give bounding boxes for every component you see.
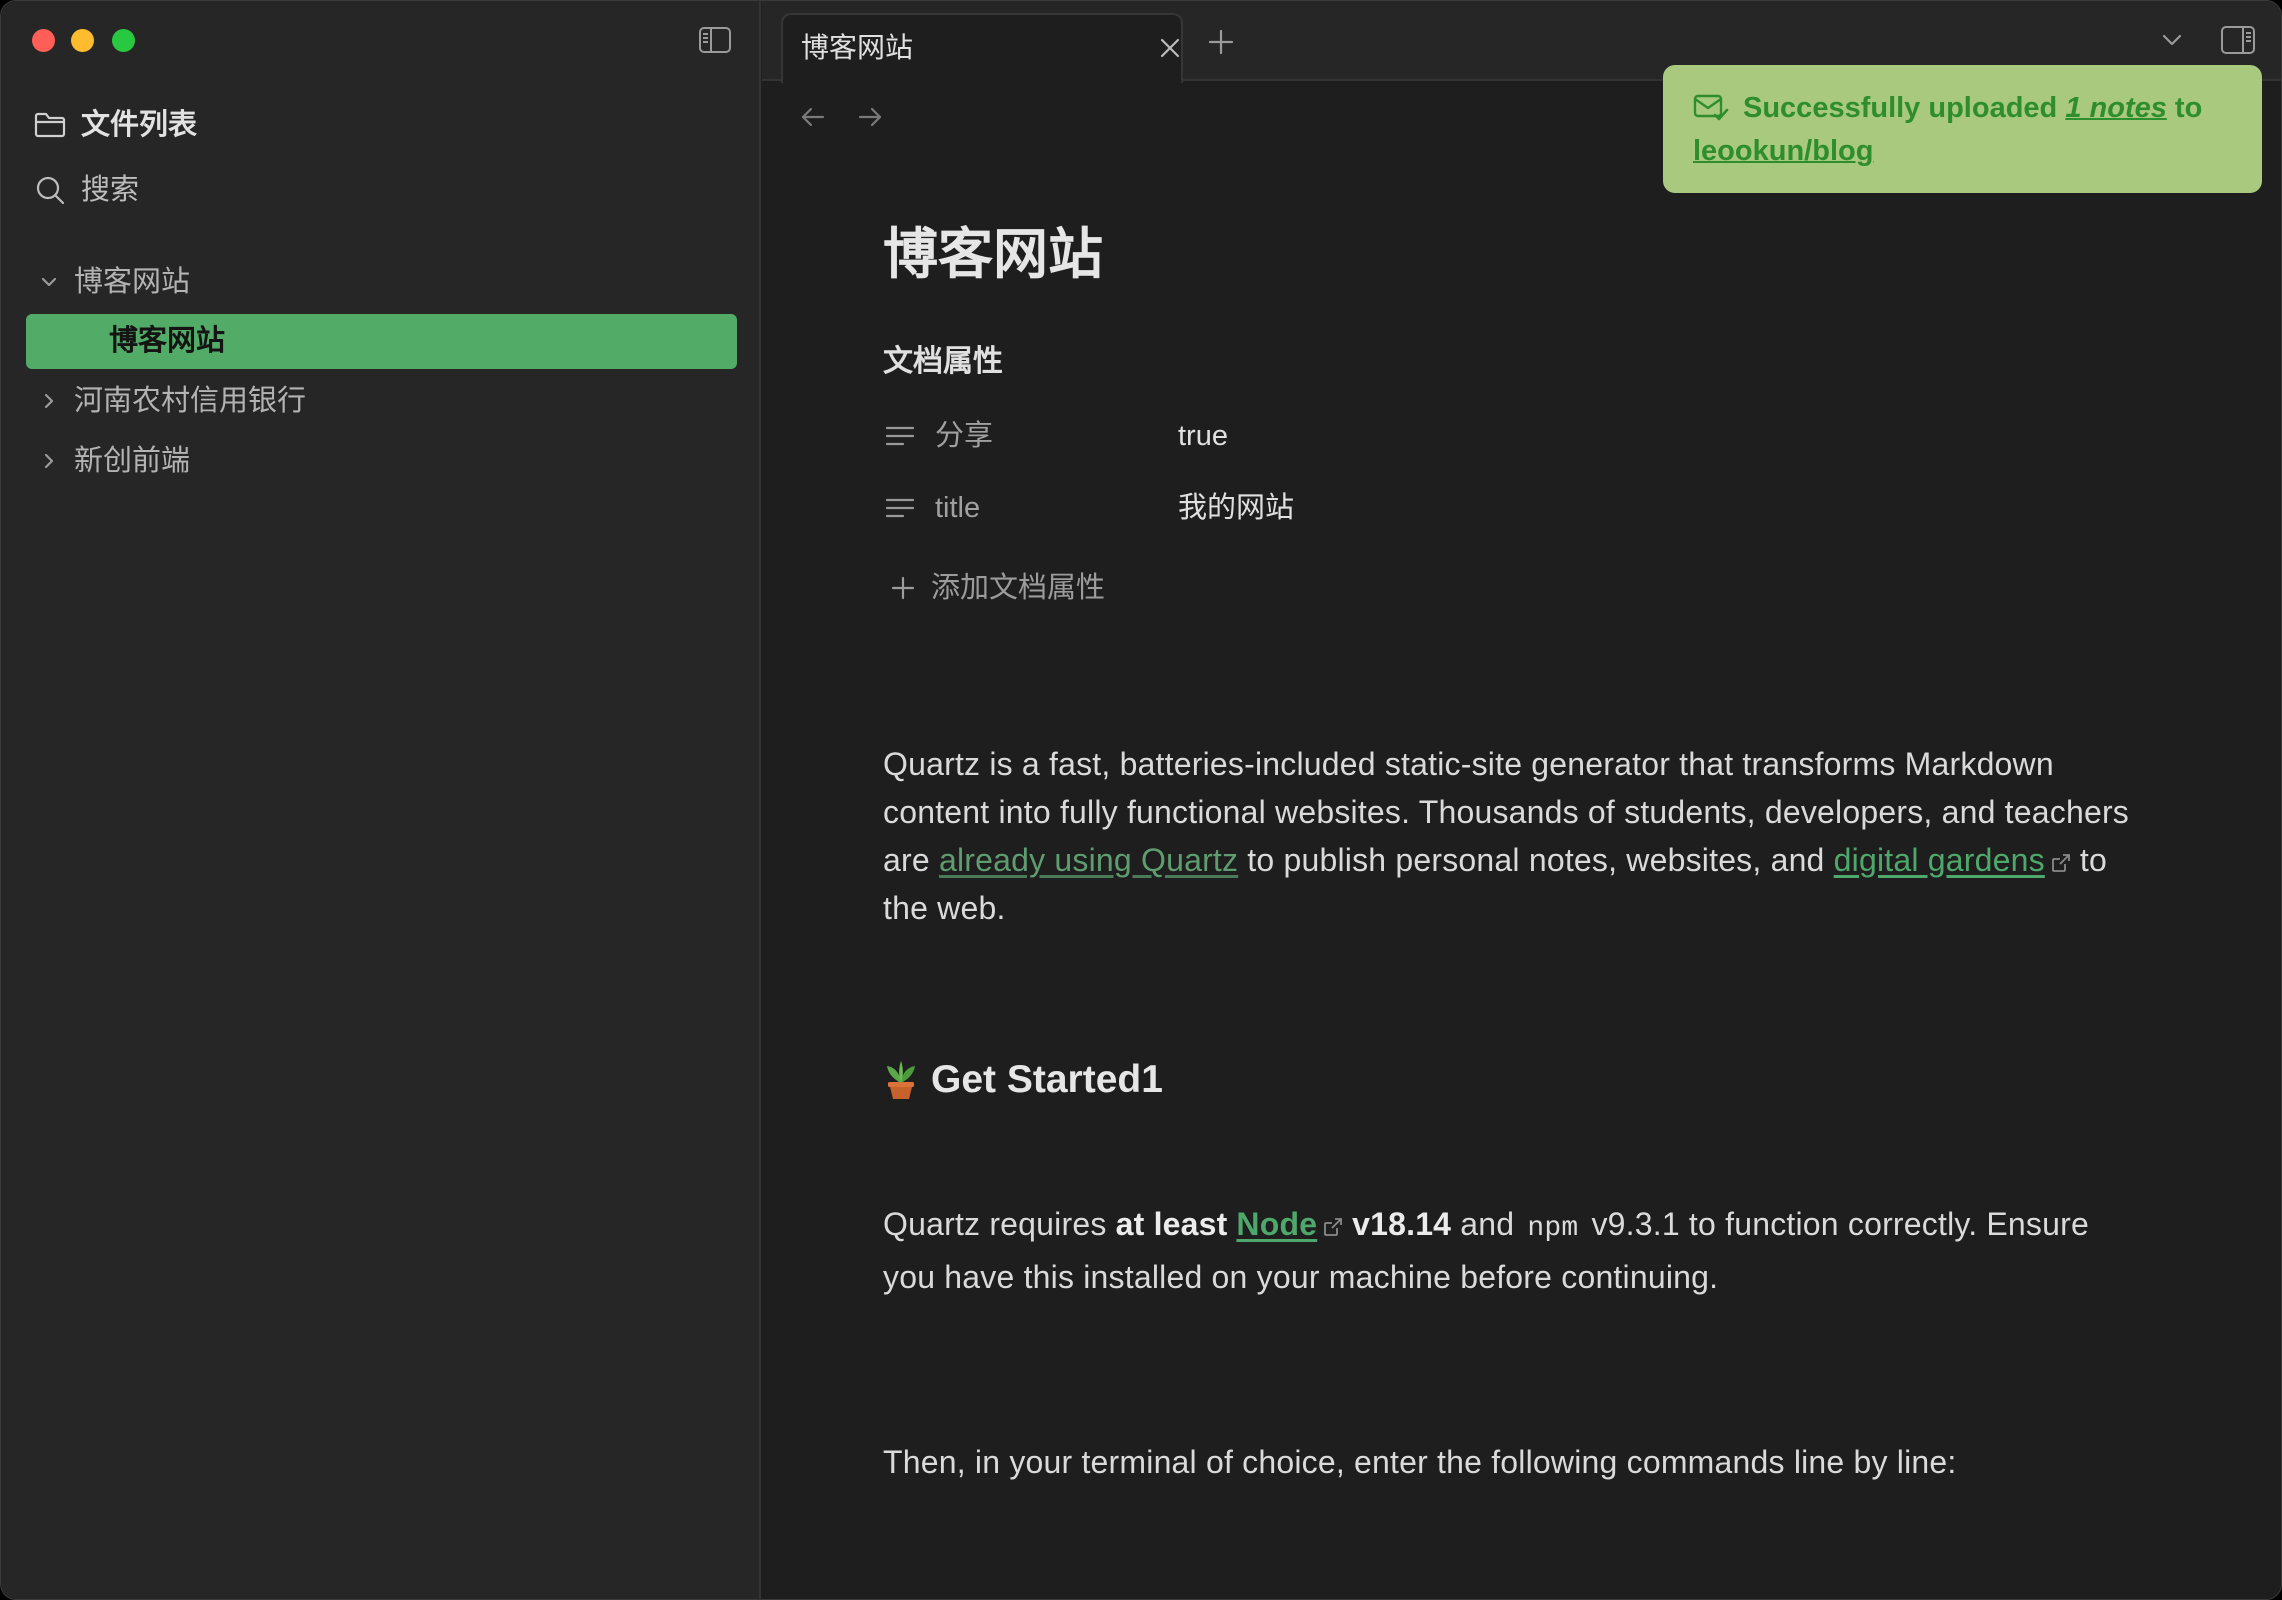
search-label: 搜索	[81, 174, 140, 206]
requirements-paragraph: Quartz requires at least Node v18.14 and n…	[883, 1200, 2149, 1301]
app-window: 文件列表 搜索 博客网站 博客网站 河南农村信用银行 新创前端 博客网站 博客网…	[0, 0, 2282, 1600]
chevron-down-icon	[39, 272, 59, 292]
toast-text: to	[2166, 92, 2203, 124]
external-link-icon	[1324, 1218, 1343, 1236]
chevron-down-icon[interactable]	[2161, 29, 2183, 51]
toast-text: Successfully uploaded	[1743, 92, 2066, 124]
window-close-button[interactable]	[32, 29, 55, 52]
tree-file-active[interactable]: 博客网站	[26, 314, 737, 369]
sidebar-left-icon[interactable]	[698, 26, 732, 54]
property-row[interactable]: 分享 true	[883, 411, 1583, 461]
tab-label: 博客网站	[801, 32, 914, 63]
requirements-text: Quartz requires	[883, 1206, 1116, 1242]
requirements-text: and	[1451, 1206, 1524, 1242]
window-zoom-button[interactable]	[112, 29, 135, 52]
external-link-icon	[2051, 854, 2070, 872]
external-link-label: Node	[1236, 1206, 1318, 1242]
properties-heading[interactable]: 文档属性	[883, 342, 1003, 382]
tree-folder-label: 河南农村信用银行	[74, 385, 307, 417]
internal-link-already-using-quartz[interactable]: already using Quartz	[939, 842, 1238, 878]
get-started-heading-text: Get Started1	[931, 1058, 1163, 1101]
upload-success-toast[interactable]: Successfully uploaded 1 notes to leookun…	[1663, 65, 2262, 193]
intro-paragraph: Quartz is a fast, batteries-included sta…	[883, 740, 2149, 932]
text-lines-icon[interactable]	[885, 496, 915, 520]
file-explorer-label: 文件列表	[81, 109, 198, 141]
toast-count-link-label: 1 notes	[2065, 92, 2167, 124]
file-explorer-header[interactable]: 文件列表	[21, 103, 721, 147]
arrow-left-icon[interactable]	[799, 103, 827, 131]
external-link-node[interactable]: Node	[1236, 1206, 1343, 1242]
folder-icon	[33, 110, 67, 140]
potted-plant-icon	[883, 1059, 919, 1101]
property-value[interactable]: 我的网站	[1178, 483, 1294, 533]
external-link-label: digital gardens	[1833, 842, 2045, 878]
requirements-bold: at least	[1115, 1206, 1228, 1242]
tree-folder-xinchuang[interactable]: 新创前端	[26, 439, 737, 483]
left-sidebar: 文件列表 搜索 博客网站 博客网站 河南农村信用银行 新创前端	[1, 1, 761, 1599]
note-title[interactable]: 博客网站	[883, 223, 1103, 285]
tree-file-label: 博客网站	[109, 325, 226, 357]
search-item[interactable]: 搜索	[21, 168, 721, 212]
tree-folder-label: 新创前端	[74, 445, 191, 477]
property-key[interactable]: 分享	[935, 411, 993, 461]
intro-text: to publish personal notes, websites, and	[1238, 842, 1834, 878]
close-icon[interactable]	[1159, 37, 1181, 59]
toast-count-link[interactable]: 1 notes	[2065, 92, 2167, 124]
search-icon	[35, 175, 65, 205]
terminal-paragraph: Then, in your terminal of choice, enter …	[883, 1444, 1957, 1480]
add-property-button[interactable]: 添加文档属性	[883, 563, 1243, 613]
inline-code-npm: npm	[1527, 1213, 1579, 1244]
chevron-right-icon	[39, 451, 59, 471]
arrow-right-icon[interactable]	[856, 103, 884, 131]
add-property-label: 添加文档属性	[931, 572, 1106, 604]
toast-repo-link[interactable]: leookun/blog	[1693, 135, 1873, 167]
property-row[interactable]: title 我的网站	[883, 483, 1583, 533]
external-link-digital-gardens[interactable]: digital gardens	[1834, 842, 2071, 878]
mail-check-icon	[1693, 92, 1729, 122]
requirements-version: v18.14	[1352, 1206, 1452, 1242]
window-minimize-button[interactable]	[71, 29, 94, 52]
property-value[interactable]: true	[1178, 411, 1228, 461]
plus-icon	[891, 576, 915, 600]
tree-folder-blog[interactable]: 博客网站	[26, 260, 737, 304]
plus-icon[interactable]	[1208, 29, 1234, 55]
text-lines-icon[interactable]	[885, 424, 915, 448]
tab-active[interactable]: 博客网站	[781, 13, 1183, 83]
tree-folder-henan-bank[interactable]: 河南农村信用银行	[26, 379, 737, 423]
property-key[interactable]: title	[935, 483, 980, 533]
tree-folder-label: 博客网站	[74, 266, 191, 298]
chevron-right-icon	[39, 391, 59, 411]
sidebar-right-icon[interactable]	[2220, 25, 2256, 55]
